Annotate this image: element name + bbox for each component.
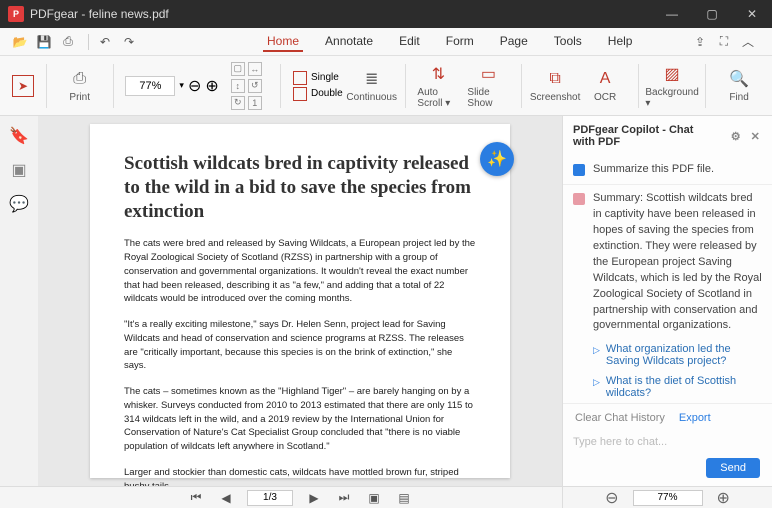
zoom-input[interactable]: [125, 76, 175, 96]
article-headline: Scottish wildcats bred in captivity rele…: [124, 152, 476, 223]
actual-size-icon[interactable]: 1: [248, 96, 262, 110]
tab-form[interactable]: Form: [442, 32, 478, 52]
printer-icon: ⎙: [69, 68, 91, 90]
comments-icon[interactable]: 💬: [9, 194, 29, 214]
article-para: Larger and stockier than domestic cats, …: [124, 466, 476, 486]
ribbon-tabs: Home Annotate Edit Form Page Tools Help: [263, 32, 636, 52]
print-quick-icon[interactable]: ⎙: [58, 32, 78, 52]
find-icon: 🔍: [728, 68, 750, 90]
autoscroll-icon: ⇅: [427, 63, 449, 85]
tab-page[interactable]: Page: [496, 32, 532, 52]
ocr-icon: A: [594, 68, 616, 90]
example-question-2[interactable]: ▷ What is the diet of Scottish wildcats?: [563, 371, 772, 403]
tab-tools[interactable]: Tools: [550, 32, 586, 52]
print-button[interactable]: ⎙ Print: [59, 68, 101, 103]
ai-bullet-icon: [573, 193, 585, 205]
zoom-in-icon[interactable]: ⊕: [205, 76, 218, 96]
fit-buttons: ▢ ↔ ↕ ↺ ↻ 1: [231, 62, 269, 110]
minimize-button[interactable]: —: [652, 0, 692, 28]
last-page-icon[interactable]: ⏭: [335, 490, 353, 505]
zoom-out-icon[interactable]: ⊖: [188, 76, 201, 96]
export-link[interactable]: Export: [679, 412, 711, 424]
fit-page-icon[interactable]: ▢: [231, 62, 245, 76]
tab-annotate[interactable]: Annotate: [321, 32, 377, 52]
ai-summary: Summary: Scottish wildcats bred in capti…: [593, 191, 762, 334]
play-icon: ▷: [593, 345, 600, 356]
open-icon[interactable]: 📂: [10, 32, 30, 52]
ocr-button[interactable]: A OCR: [584, 68, 626, 103]
save-icon[interactable]: 💾: [34, 32, 54, 52]
titlebar: P PDFgear - feline news.pdf — ▢ ✕: [0, 0, 772, 28]
share-icon[interactable]: ⇪: [690, 32, 710, 52]
user-prompt: Summarize this PDF file.: [593, 162, 714, 178]
zoom-status-input[interactable]: [633, 490, 703, 506]
collapse-ribbon-icon[interactable]: ︿: [738, 32, 758, 52]
copilot-close-icon[interactable]: ✕: [749, 128, 763, 144]
zoom-dropdown-icon[interactable]: ▾: [179, 80, 184, 91]
fit-width-icon[interactable]: ↔: [248, 62, 262, 76]
maximize-button[interactable]: ▢: [692, 0, 732, 28]
pdf-page: ✨ Scottish wildcats bred in captivity re…: [90, 124, 510, 478]
continuous-icon: ≣: [361, 68, 383, 90]
document-viewport[interactable]: ✨ Scottish wildcats bred in captivity re…: [38, 116, 562, 486]
page-layout-icon[interactable]: ▤: [395, 491, 413, 505]
slideshow-button[interactable]: ▭ Slide Show: [467, 63, 509, 109]
send-button[interactable]: Send: [706, 458, 760, 478]
copilot-settings-icon[interactable]: ⚙: [729, 128, 743, 144]
statusbar: ⏮ ◀ ▶ ⏭ ▣ ▤ ⊖ ⊕: [0, 486, 772, 508]
background-icon: ▨: [661, 63, 683, 85]
app-icon: P: [8, 6, 24, 22]
example-question-1[interactable]: ▷ What organization led the Saving Wildc…: [563, 339, 772, 371]
zoom-in-status-icon[interactable]: ⊕: [717, 488, 730, 508]
left-sidebar: 🔖 ▣ 💬: [0, 116, 38, 486]
background-button[interactable]: ▨ Background ▾: [651, 63, 694, 109]
user-bullet-icon: [573, 164, 585, 176]
chat-input[interactable]: Type here to chat...: [573, 436, 762, 448]
tab-edit[interactable]: Edit: [395, 32, 424, 52]
play-icon: ▷: [593, 377, 600, 388]
article-para: "It's a really exciting milestone," says…: [124, 318, 476, 373]
copilot-title: PDFgear Copilot - Chat with PDF: [573, 124, 717, 148]
first-page-icon[interactable]: ⏮: [187, 490, 205, 505]
zoom-out-status-icon[interactable]: ⊖: [605, 488, 618, 508]
continuous-button[interactable]: ≣ Continuous: [351, 68, 393, 103]
bookmark-icon[interactable]: 🔖: [9, 126, 29, 146]
thumbnails-icon[interactable]: ▣: [9, 160, 29, 180]
page-input[interactable]: [247, 490, 293, 506]
undo-icon[interactable]: ↶: [95, 32, 115, 52]
slideshow-icon: ▭: [477, 63, 499, 85]
page-fit-icon[interactable]: ▣: [365, 491, 383, 505]
copilot-floating-icon[interactable]: ✨: [480, 142, 514, 176]
article-para: The cats were bred and released by Savin…: [124, 237, 476, 306]
view-single[interactable]: Single: [293, 71, 343, 85]
find-button[interactable]: 🔍 Find: [718, 68, 760, 103]
clear-history-link[interactable]: Clear Chat History: [575, 412, 665, 424]
fullscreen-icon[interactable]: ⛶: [714, 32, 734, 52]
screenshot-button[interactable]: ⧉ Screenshot: [534, 68, 576, 103]
autoscroll-button[interactable]: ⇅ Auto Scroll ▾: [417, 63, 459, 109]
cursor-icon[interactable]: ➤: [12, 75, 34, 97]
rotate-left-icon[interactable]: ↺: [248, 79, 262, 93]
screenshot-icon: ⧉: [544, 68, 566, 90]
quick-access-bar: 📂 💾 ⎙ ↶ ↷ Home Annotate Edit Form Page T…: [0, 28, 772, 56]
redo-icon[interactable]: ↷: [119, 32, 139, 52]
close-button[interactable]: ✕: [732, 0, 772, 28]
view-double[interactable]: Double: [293, 87, 343, 101]
rotate-right-icon[interactable]: ↻: [231, 96, 245, 110]
fit-height-icon[interactable]: ↕: [231, 79, 245, 93]
prev-page-icon[interactable]: ◀: [217, 491, 235, 505]
next-page-icon[interactable]: ▶: [305, 491, 323, 505]
window-title: PDFgear - feline news.pdf: [30, 7, 652, 21]
tab-help[interactable]: Help: [604, 32, 637, 52]
copilot-panel: PDFgear Copilot - Chat with PDF ⚙ ✕ Summ…: [562, 116, 772, 486]
article-para: The cats – sometimes known as the "Highl…: [124, 385, 476, 454]
ribbon: ➤ ⎙ Print ▾ ⊖ ⊕ ▢ ↔ ↕ ↺ ↻ 1 Single Doubl…: [0, 56, 772, 116]
tab-home[interactable]: Home: [263, 32, 303, 52]
